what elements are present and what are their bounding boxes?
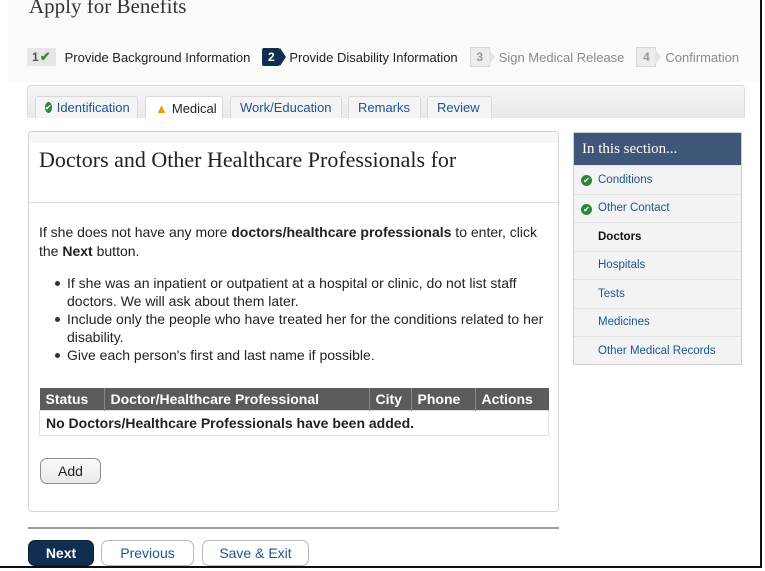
col-doctor: Doctor/Healthcare Professional (104, 388, 370, 411)
section-tabs: ✔ Identification ▲ Medical Work/Educatio… (27, 85, 745, 119)
check-circle-icon: ✔ (581, 203, 592, 215)
tab-remarks-label: Remarks (358, 100, 411, 115)
intro-text: If she does not have any more doctors/he… (39, 223, 549, 261)
footer-divider (28, 527, 559, 529)
empty-table-message: No Doctors/Healthcare Professionals have… (39, 410, 549, 436)
check-circle-icon: ✔ (581, 175, 592, 186)
previous-button[interactable]: Previous (101, 540, 194, 566)
step-2-label: Provide Disability Information (289, 49, 458, 65)
save-exit-button[interactable]: Save & Exit (202, 540, 309, 566)
sidebar-item-label: Other Contact (598, 202, 670, 215)
tab-medical-label: Medical (171, 100, 217, 116)
instruction-item: If she was an inpatient or outpatient at… (55, 274, 569, 310)
step-1: 1 ✔ Provide Background Information (27, 48, 250, 66)
tab-identification[interactable]: ✔ Identification (35, 96, 138, 118)
sidebar-item-tests[interactable]: Tests (574, 279, 741, 308)
sidebar-item-medicines[interactable]: Medicines (574, 307, 741, 337)
step-1-number: 1 ✔ (27, 48, 56, 66)
warning-icon: ▲ (155, 100, 168, 116)
col-actions: Actions (475, 388, 549, 411)
sidebar-item-conditions[interactable]: ✔ Conditions (574, 165, 741, 194)
sidebar-item-label: Other Medical Records (598, 344, 716, 357)
tab-work-education-label: Work/Education (240, 100, 332, 115)
sidebar-heading: In this section... (574, 133, 741, 165)
tab-identification-label: Identification (56, 100, 130, 115)
sidebar-item-label: Doctors (598, 230, 642, 243)
sidebar-item-label: Conditions (598, 173, 653, 186)
intro-post: button. (92, 243, 140, 259)
panel-header: Doctors and Other Healthcare Professiona… (29, 132, 558, 203)
step-3-number: 3 (469, 47, 495, 67)
intro-pre: If she does not have any more (39, 224, 232, 240)
col-phone: Phone (411, 388, 476, 411)
intro-next: Next (62, 243, 93, 259)
tab-work-education[interactable]: Work/Education (230, 96, 342, 118)
step-4: 4 Confirmation (636, 47, 739, 67)
step-4-label: Confirmation (665, 49, 740, 65)
panel-title: Doctors and Other Healthcare Professiona… (39, 147, 457, 172)
intro-bold: doctors/healthcare professionals (231, 224, 452, 240)
sidebar-item-label: Hospitals (598, 259, 646, 272)
step-3: 3 Sign Medical Release (469, 47, 625, 67)
tab-remarks[interactable]: Remarks (348, 96, 421, 118)
checkmark-icon: ✔ (39, 49, 51, 64)
table-row: No Doctors/Healthcare Professionals have… (39, 410, 549, 436)
sidebar-item-other-medical-records[interactable]: Other Medical Records (574, 336, 741, 365)
doctors-table: Status Doctor/Healthcare Professional Ci… (39, 388, 549, 436)
tab-review-label: Review (437, 100, 480, 115)
step-4-number: 4 (636, 47, 662, 67)
instruction-item: Give each person's first and last name i… (55, 346, 569, 364)
instruction-list: If she was an inpatient or outpatient at… (39, 274, 569, 364)
add-button[interactable]: Add (40, 458, 101, 484)
check-circle-icon: ✔ (45, 102, 52, 113)
step-2: 2 Provide Disability Information (262, 48, 458, 66)
tab-review[interactable]: Review (427, 96, 492, 118)
sidebar-item-label: Tests (598, 287, 625, 300)
table-header-row: Status Doctor/Healthcare Professional Ci… (39, 388, 549, 411)
tab-medical[interactable]: ▲ Medical (145, 96, 223, 119)
col-city: City (369, 388, 412, 411)
step-3-label: Sign Medical Release (498, 49, 625, 65)
step-1-label: Provide Background Information (64, 49, 251, 65)
page-frame: Apply for Benefits 1 ✔ Provide Background… (0, 0, 762, 568)
panel-header-inner: Doctors and Other Healthcare Professiona… (29, 143, 558, 202)
section-sidebar: In this section... ✔ Conditions ✔ Other … (573, 132, 742, 365)
sidebar-item-label: Medicines (598, 316, 650, 329)
step-2-number: 2 (262, 48, 287, 66)
main-panel: Doctors and Other Healthcare Professiona… (28, 131, 559, 512)
instruction-item: Include only the people who have treated… (55, 310, 569, 346)
next-button[interactable]: Next (28, 540, 94, 566)
sidebar-item-doctors: Doctors (574, 222, 741, 251)
sidebar-item-other-contact[interactable]: ✔ Other Contact (574, 193, 741, 223)
page-title: Apply for Benefits (29, 0, 187, 18)
sidebar-item-hospitals[interactable]: Hospitals (574, 250, 741, 280)
col-status: Status (39, 388, 105, 411)
progress-steps: 1 ✔ Provide Background Information 2 Prov… (27, 44, 751, 70)
